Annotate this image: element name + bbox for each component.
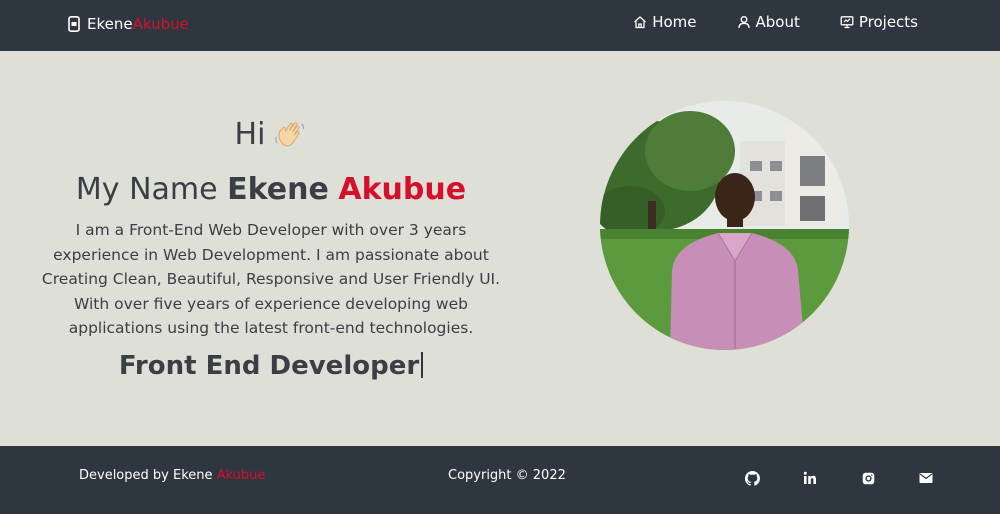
- nav-projects-link[interactable]: Projects: [840, 13, 918, 31]
- linkedin-icon: [803, 471, 816, 484]
- github-link[interactable]: [744, 470, 760, 486]
- mobile-phone-icon: [68, 16, 80, 32]
- nav-about-label: About: [755, 13, 800, 31]
- linkedin-link[interactable]: [802, 470, 818, 486]
- social-links: [744, 470, 934, 486]
- brand-last-name: Akubue: [132, 15, 189, 33]
- profile-photo-image: [600, 101, 849, 350]
- name-last: Akubue: [338, 172, 467, 207]
- bio-paragraph: I am a Front-End Web Developer with over…: [41, 221, 501, 337]
- name-first: Ekene: [227, 172, 329, 207]
- copyright-text: Copyright © 2022: [448, 468, 566, 483]
- presentation-icon: [840, 16, 854, 29]
- waving-hand-icon: [275, 121, 305, 146]
- nav-home-label: Home: [652, 13, 697, 31]
- home-icon: [634, 16, 647, 29]
- instagram-link[interactable]: [860, 470, 876, 486]
- greeting-text: Hi: [234, 117, 266, 152]
- credit-prefix: Developed by Ekene: [79, 468, 213, 483]
- nav-about-link[interactable]: About: [737, 13, 800, 31]
- instagram-icon: [862, 472, 874, 484]
- brand-logo[interactable]: Ekene Akubue: [68, 14, 189, 34]
- mail-icon: [919, 473, 933, 483]
- email-link[interactable]: [918, 470, 934, 486]
- credit-last-name: Akubue: [216, 468, 266, 483]
- github-icon: [744, 470, 760, 486]
- greeting: Hi: [40, 117, 502, 152]
- profile-photo: [600, 101, 849, 350]
- name-prefix: My Name: [75, 172, 218, 207]
- footer: Developed by Ekene Akubue Copyright © 20…: [0, 446, 1000, 514]
- nav-home-link[interactable]: Home: [633, 13, 697, 31]
- typing-caret: [421, 352, 424, 378]
- navbar: Ekene Akubue Home About Projects: [0, 0, 1000, 51]
- name-heading: My Name Ekene Akubue: [40, 172, 502, 207]
- role-text: Front End Developer: [118, 351, 420, 381]
- nav-projects-label: Projects: [858, 13, 918, 31]
- hero-section: Hi My Name Ekene Akubue I am a Front-End…: [0, 51, 1000, 446]
- brand-first-name: Ekene: [87, 15, 133, 33]
- role-typewriter: Front End Developer: [40, 351, 502, 381]
- developer-credit: Developed by Ekene Akubue: [79, 468, 265, 483]
- user-icon: [737, 16, 750, 29]
- nav-links: Home About Projects: [633, 13, 918, 31]
